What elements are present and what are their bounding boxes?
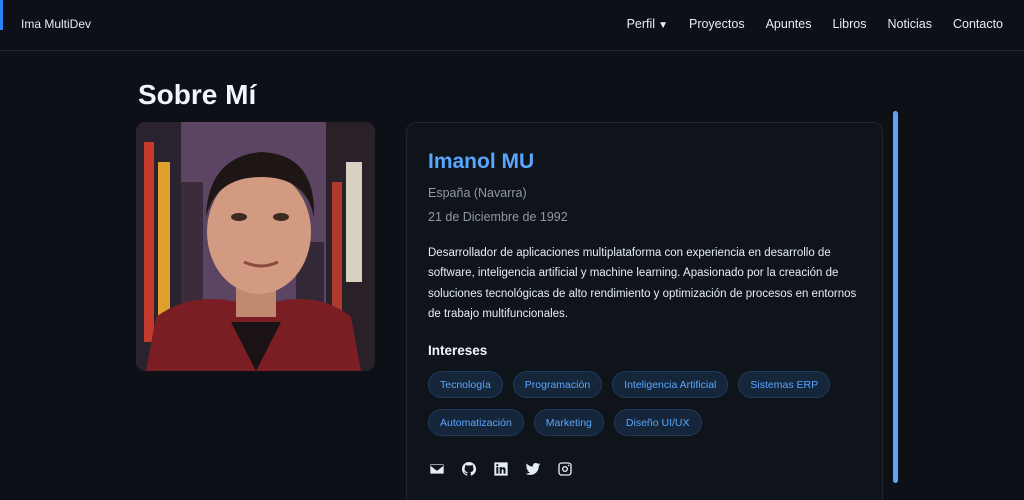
interest-tag[interactable]: Inteligencia Artificial [612, 371, 729, 398]
interest-tag[interactable]: Programación [512, 371, 603, 398]
nav-item-proyectos[interactable]: Proyectos [689, 17, 745, 31]
nav-item-perfil[interactable]: Perfil ▼ [627, 17, 668, 31]
social-links [428, 460, 574, 478]
caret-down-icon: ▼ [658, 20, 668, 31]
scrollbar[interactable] [893, 111, 898, 483]
profile-photo [136, 122, 375, 371]
profile-card: Imanol MU España (Navarra) 21 de Diciemb… [406, 122, 883, 500]
nav-item-apuntes[interactable]: Apuntes [766, 17, 812, 31]
brand-link[interactable]: Ima MultiDev [21, 17, 91, 31]
nav-item-libros[interactable]: Libros [832, 17, 866, 31]
nav-item-noticias[interactable]: Noticias [888, 17, 932, 31]
profile-location: España (Navarra) [428, 186, 527, 200]
interests-title: Intereses [428, 343, 488, 358]
interests-tags: Tecnología Programación Inteligencia Art… [428, 371, 868, 436]
top-navbar: Ima MultiDev Perfil ▼ Proyectos Apuntes L… [0, 0, 1024, 51]
profile-name: Imanol MU [428, 150, 535, 173]
email-icon[interactable] [428, 460, 446, 478]
interest-tag[interactable]: Automatización [428, 409, 524, 436]
nav-links: Perfil ▼ Proyectos Apuntes Libros Noticia… [627, 17, 1003, 31]
github-icon[interactable] [460, 460, 478, 478]
linkedin-icon[interactable] [492, 460, 510, 478]
nav-accent-bar [0, 0, 3, 30]
twitter-icon[interactable] [524, 460, 542, 478]
nav-item-perfil-label: Perfil [626, 17, 656, 31]
interest-tag[interactable]: Tecnología [428, 371, 503, 398]
profile-bio: Desarrollador de aplicaciones multiplata… [428, 247, 857, 320]
interest-tag[interactable]: Diseño UI/UX [613, 409, 702, 436]
page-title: Sobre Mí [138, 79, 257, 110]
nav-item-contacto[interactable]: Contacto [953, 17, 1003, 31]
interest-tag[interactable]: Sistemas ERP [738, 371, 831, 398]
profile-birthdate: 21 de Diciembre de 1992 [428, 210, 568, 224]
instagram-icon[interactable] [556, 460, 574, 478]
interest-tag[interactable]: Marketing [533, 409, 604, 436]
